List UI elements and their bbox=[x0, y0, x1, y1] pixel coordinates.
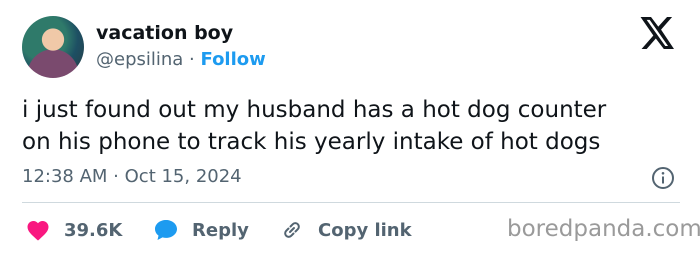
tweet-text-line: on his phone to track his yearly intake … bbox=[22, 129, 601, 155]
reply-bubble-icon bbox=[155, 220, 177, 240]
reply-button[interactable]: Reply bbox=[154, 214, 249, 246]
author-name[interactable]: vacation boy bbox=[96, 22, 233, 44]
timestamp-separator: · bbox=[107, 166, 125, 187]
like-count: 39.6K bbox=[64, 219, 123, 241]
divider bbox=[22, 202, 680, 203]
handle-row: @epsilina · Follow bbox=[96, 49, 266, 70]
handle-separator: · bbox=[183, 49, 201, 70]
reply-label: Reply bbox=[192, 219, 249, 241]
copy-link-label: Copy link bbox=[318, 219, 412, 241]
tweet-date: Oct 15, 2024 bbox=[124, 166, 242, 187]
author-handle[interactable]: @epsilina bbox=[96, 49, 183, 70]
info-icon[interactable] bbox=[651, 166, 675, 190]
tweet-text-line: i just found out my husband has a hot do… bbox=[22, 97, 607, 123]
tweet-timestamp[interactable]: 12:38 AM · Oct 15, 2024 bbox=[22, 166, 242, 187]
watermark: boredpanda.com bbox=[507, 216, 700, 242]
like-button[interactable]: 39.6K bbox=[26, 214, 122, 246]
avatar[interactable] bbox=[22, 16, 84, 78]
follow-button[interactable]: Follow bbox=[201, 49, 266, 70]
tweet-text: i just found out my husband has a hot do… bbox=[22, 94, 682, 158]
tweet-time: 12:38 AM bbox=[22, 166, 108, 187]
heart-icon bbox=[27, 221, 49, 241]
x-logo-icon[interactable] bbox=[640, 17, 676, 49]
copy-link-button[interactable]: Copy link bbox=[280, 214, 412, 246]
link-icon bbox=[284, 222, 300, 238]
